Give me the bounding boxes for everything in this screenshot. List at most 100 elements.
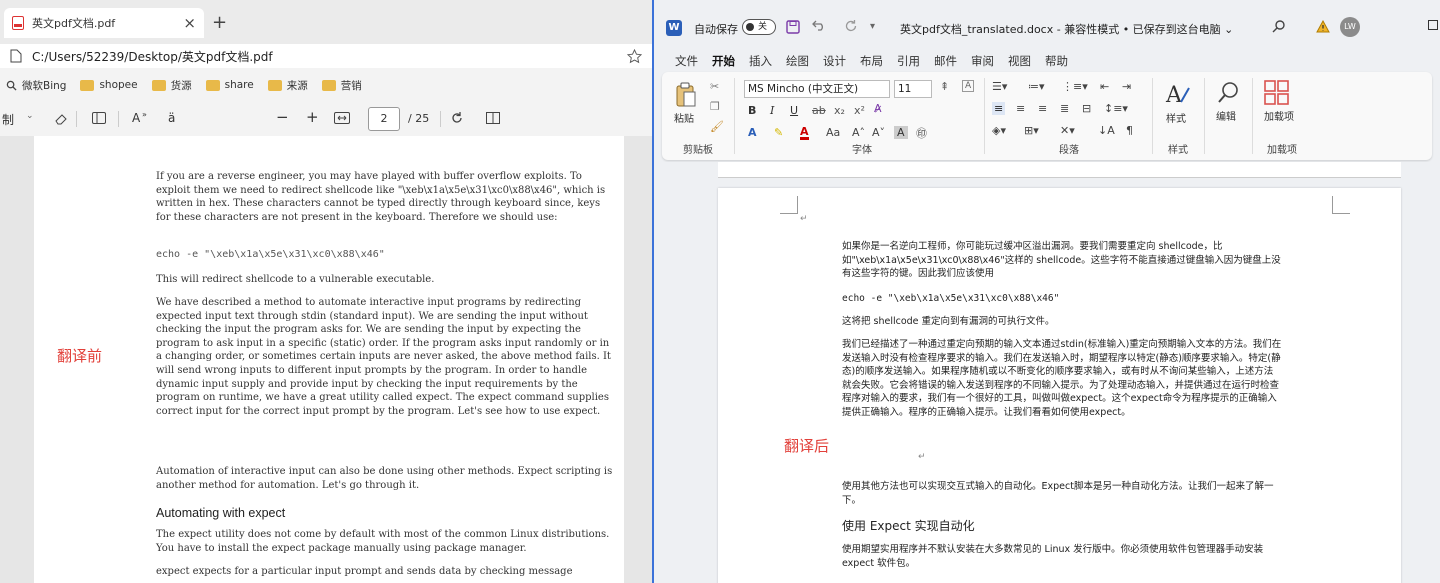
- pdf-section-heading: Automating with expect: [156, 506, 286, 520]
- browser-tab[interactable]: 英文pdf文档.pdf ×: [4, 8, 204, 38]
- crop-mark: [780, 196, 798, 214]
- sidebar-toggle-icon[interactable]: [92, 112, 106, 124]
- grow-font-icon[interactable]: A˄: [852, 126, 865, 139]
- addins-group: 加载项 加载项: [1254, 72, 1310, 160]
- customize-toolbar-icon[interactable]: ▾: [870, 21, 875, 32]
- bookmark-bing[interactable]: 微软Bing: [6, 78, 66, 93]
- shading-icon[interactable]: ◈▾: [992, 124, 1006, 137]
- edit-button-label[interactable]: 编辑: [1216, 108, 1236, 123]
- tab-view[interactable]: 视图: [1001, 53, 1038, 69]
- borders-icon[interactable]: ⊞▾: [1024, 124, 1039, 137]
- eraser-icon[interactable]: [54, 112, 68, 126]
- maximize-button[interactable]: [1428, 20, 1438, 30]
- multilevel-list-icon[interactable]: ⋮≡▾: [1062, 80, 1088, 93]
- page-number-input[interactable]: 2: [368, 107, 400, 131]
- tab-insert[interactable]: 插入: [742, 53, 779, 69]
- translate-button[interactable]: ä: [168, 111, 175, 125]
- sort-icon[interactable]: ↓A: [1098, 124, 1115, 137]
- bookmark-label: 微软Bing: [22, 79, 67, 92]
- italic-button[interactable]: I: [770, 104, 774, 117]
- styles-button-label[interactable]: 样式: [1166, 110, 1186, 125]
- tab-layout[interactable]: 布局: [853, 53, 890, 69]
- strikethrough-button[interactable]: ab: [812, 104, 826, 117]
- search-icon: [6, 80, 17, 91]
- bookmark-label: shopee: [99, 79, 138, 91]
- tab-draw[interactable]: 绘图: [779, 53, 816, 69]
- shrink-font-icon[interactable]: A˅: [872, 126, 885, 139]
- show-marks-icon[interactable]: ¶: [1126, 124, 1133, 137]
- line-spacing-icon[interactable]: ↕≡▾: [1104, 102, 1128, 115]
- clear-formatting-icon[interactable]: A̷: [874, 102, 882, 115]
- pdf-toolbar: 制 ⌄ A » ä − + 2 / 25: [0, 102, 652, 136]
- fit-page-icon[interactable]: [334, 112, 350, 124]
- justify-icon[interactable]: ≣: [1060, 102, 1069, 115]
- bookmark-folder-laiyuan[interactable]: 来源: [267, 78, 308, 93]
- increase-indent-icon[interactable]: ⇥: [1122, 80, 1131, 93]
- tab-help[interactable]: 帮助: [1038, 53, 1075, 69]
- file-info-icon[interactable]: [10, 49, 22, 63]
- doc-paragraph: 使用期望实用程序并不默认安装在大多数常见的 Linux 发行版中。你必须使用软件…: [842, 544, 1264, 569]
- decrease-indent-icon[interactable]: ⇤: [1100, 80, 1109, 93]
- numbering-icon[interactable]: ≔▾: [1028, 80, 1045, 93]
- tab-home[interactable]: 开始: [705, 53, 742, 74]
- align-right-icon[interactable]: ≡: [1038, 102, 1047, 115]
- document-area[interactable]: ↵ 如果你是一名逆向工程师，你可能玩过缓冲区溢出漏洞。要我们需要重定向 shel…: [654, 162, 1440, 583]
- search-icon[interactable]: [1272, 19, 1286, 33]
- warning-icon[interactable]: [1316, 19, 1330, 33]
- bullets-icon[interactable]: ☰▾: [992, 80, 1007, 93]
- find-icon[interactable]: [1216, 80, 1242, 106]
- tab-review[interactable]: 审阅: [964, 53, 1001, 69]
- asian-layout-icon[interactable]: ✕▾: [1060, 124, 1075, 137]
- redo-icon[interactable]: [844, 19, 858, 33]
- styles-icon[interactable]: A: [1164, 80, 1192, 108]
- char-border-icon[interactable]: A: [962, 80, 975, 92]
- underline-button[interactable]: U: [790, 104, 798, 117]
- distributed-icon[interactable]: ⊟: [1082, 102, 1091, 115]
- addins-button-label[interactable]: 加载项: [1264, 108, 1294, 123]
- address-text[interactable]: C:/Users/52239/Desktop/英文pdf文档.pdf: [22, 48, 627, 65]
- document-title[interactable]: 英文pdf文档_translated.docx - 兼容性模式 • 已保存到这台…: [900, 21, 1233, 37]
- pdf-paragraph: The expect utility does not come by defa…: [156, 529, 610, 554]
- addins-icon[interactable]: [1264, 80, 1290, 106]
- save-icon[interactable]: [786, 20, 800, 34]
- text-effects-icon[interactable]: A: [748, 126, 757, 139]
- user-avatar[interactable]: LW: [1340, 17, 1360, 37]
- highlight-icon[interactable]: ✎: [774, 126, 783, 139]
- superscript-button[interactable]: x²: [854, 104, 865, 117]
- tab-references[interactable]: 引用: [890, 53, 927, 69]
- read-aloud-button[interactable]: A: [132, 111, 140, 125]
- align-left-icon[interactable]: ≡: [992, 102, 1006, 115]
- chevron-down-icon[interactable]: ⌄: [26, 111, 34, 121]
- tab-mailings[interactable]: 邮件: [927, 53, 964, 69]
- zoom-in-button[interactable]: +: [306, 108, 319, 126]
- bookmark-folder-share[interactable]: share: [205, 79, 254, 91]
- change-case-icon[interactable]: Aa: [826, 126, 840, 139]
- bold-button[interactable]: B: [748, 104, 756, 117]
- subscript-button[interactable]: x₂: [834, 104, 845, 117]
- autosave-toggle[interactable]: 关: [742, 19, 776, 35]
- new-tab-button[interactable]: +: [212, 12, 227, 33]
- font-grow-icon[interactable]: ⇞: [940, 80, 949, 93]
- font-size-select[interactable]: 11: [894, 80, 932, 98]
- align-center-icon[interactable]: ≡: [1016, 102, 1025, 115]
- address-bar[interactable]: C:/Users/52239/Desktop/英文pdf文档.pdf: [0, 44, 652, 68]
- rotate-icon[interactable]: [450, 111, 464, 125]
- char-shading-icon[interactable]: A: [894, 126, 908, 139]
- bookmark-folder-huoyuan[interactable]: 货源: [151, 78, 192, 93]
- document-page[interactable]: ↵ 如果你是一名逆向工程师，你可能玩过缓冲区溢出漏洞。要我们需要重定向 shel…: [718, 188, 1401, 583]
- favorite-star-icon[interactable]: [627, 48, 642, 64]
- bookmark-folder-shopee[interactable]: shopee: [80, 79, 138, 91]
- bookmark-label: 来源: [286, 79, 308, 92]
- font-color-icon[interactable]: A: [800, 126, 809, 140]
- two-page-icon[interactable]: [486, 112, 500, 124]
- tab-file[interactable]: 文件: [668, 53, 705, 69]
- tab-design[interactable]: 设计: [816, 53, 853, 69]
- bookmark-folder-yingxiao[interactable]: 营销: [321, 78, 362, 93]
- close-tab-icon[interactable]: ×: [183, 14, 196, 32]
- zoom-out-button[interactable]: −: [276, 108, 289, 126]
- draw-button[interactable]: 制: [2, 111, 14, 128]
- undo-icon[interactable]: [812, 19, 826, 31]
- enclose-char-icon[interactable]: ㊞: [916, 125, 927, 141]
- font-name-select[interactable]: MS Mincho (中文正文): [744, 80, 890, 98]
- paragraph-mark: ↵: [800, 214, 808, 224]
